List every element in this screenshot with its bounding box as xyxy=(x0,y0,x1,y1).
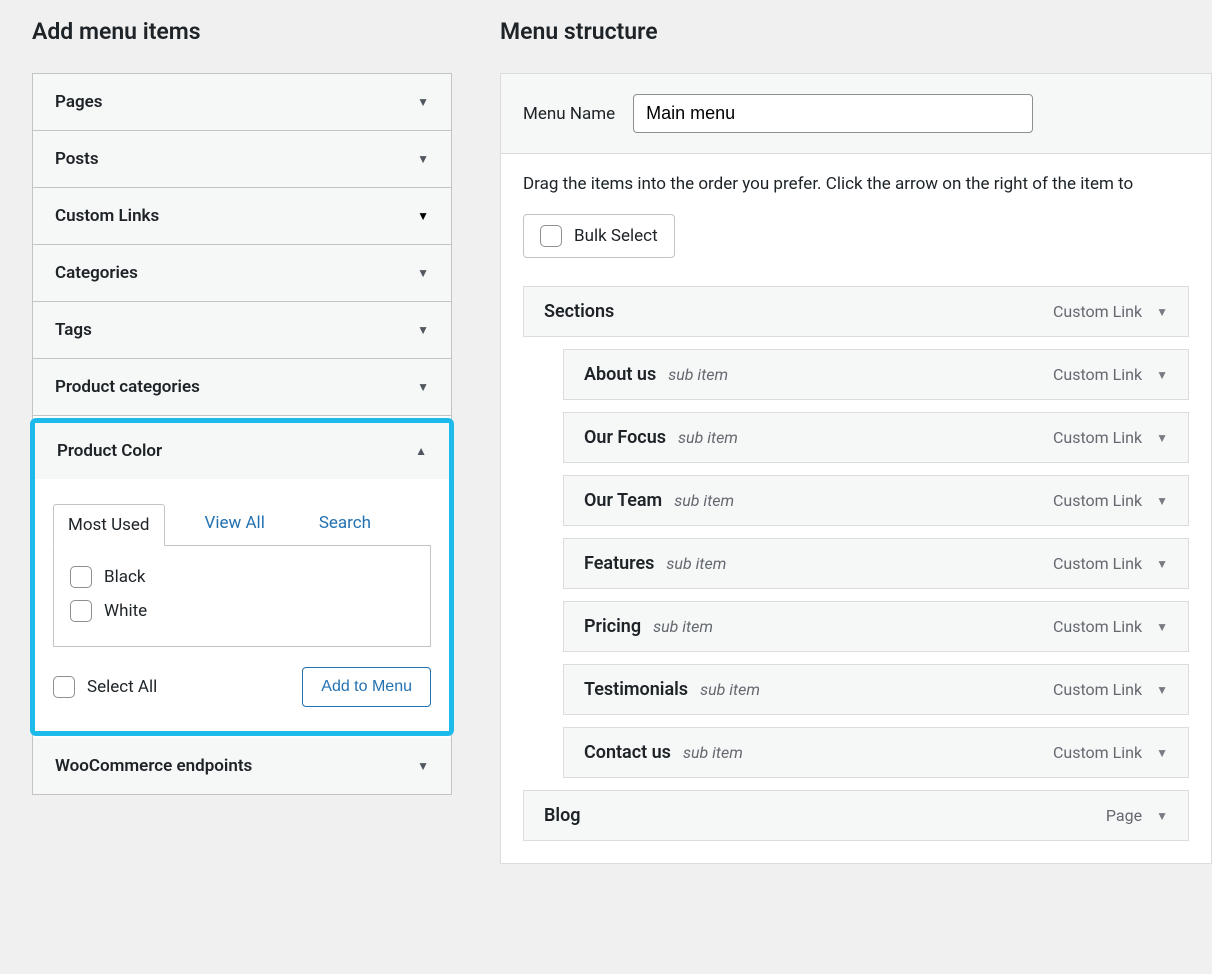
menu-structure-title: Menu structure xyxy=(500,18,1212,45)
menu-item[interactable]: Features sub item Custom Link ▼ xyxy=(563,538,1189,589)
menu-item[interactable]: Sections Custom Link ▼ xyxy=(523,286,1189,337)
menu-item-title: About us xyxy=(584,364,656,385)
chevron-down-icon[interactable]: ▼ xyxy=(1156,809,1168,823)
menu-item-title: Features xyxy=(584,553,654,574)
chevron-down-icon[interactable]: ▼ xyxy=(1156,683,1168,697)
menu-item-title: Our Focus xyxy=(584,427,666,448)
sub-item-label: sub item xyxy=(653,617,713,636)
option-label: Black xyxy=(104,567,146,587)
menu-item[interactable]: Pricing sub item Custom Link ▼ xyxy=(563,601,1189,652)
menu-item[interactable]: Our Focus sub item Custom Link ▼ xyxy=(563,412,1189,463)
chevron-down-icon[interactable]: ▼ xyxy=(1156,494,1168,508)
menu-item-title: Our Team xyxy=(584,490,662,511)
tab-view-all[interactable]: View All xyxy=(191,503,279,545)
chevron-up-icon: ▲ xyxy=(415,444,427,458)
panel-label: Categories xyxy=(55,263,138,283)
menu-item-type: Page xyxy=(1106,806,1142,825)
checkbox-select-all[interactable] xyxy=(53,676,75,698)
sub-item-label: sub item xyxy=(683,743,743,762)
tab-content: Black White xyxy=(53,545,431,647)
panel-label: Product categories xyxy=(55,377,200,397)
panel-posts[interactable]: Posts ▼ xyxy=(33,131,451,187)
bulk-select-label: Bulk Select xyxy=(574,226,658,246)
bulk-select-button[interactable]: Bulk Select xyxy=(523,214,675,258)
tab-row: Most Used View All Search xyxy=(53,503,431,545)
tab-most-used[interactable]: Most Used xyxy=(53,504,165,546)
sub-item-label: sub item xyxy=(674,491,734,510)
menu-name-bar: Menu Name xyxy=(500,73,1212,153)
help-text: Drag the items into the order you prefer… xyxy=(523,174,1189,194)
tab-search[interactable]: Search xyxy=(305,503,385,545)
menu-item[interactable]: Testimonials sub item Custom Link ▼ xyxy=(563,664,1189,715)
chevron-down-icon[interactable]: ▼ xyxy=(1156,620,1168,634)
menu-item-type: Custom Link xyxy=(1053,428,1142,447)
menu-item[interactable]: About us sub item Custom Link ▼ xyxy=(563,349,1189,400)
panel-label: Custom Links xyxy=(55,206,159,226)
menu-name-input[interactable] xyxy=(633,94,1033,133)
menu-item-type: Custom Link xyxy=(1053,680,1142,699)
chevron-down-icon: ▼ xyxy=(417,95,429,109)
select-all-label: Select All xyxy=(87,677,157,697)
menu-item[interactable]: Contact us sub item Custom Link ▼ xyxy=(563,727,1189,778)
option-label: White xyxy=(104,601,147,621)
menu-item-title: Contact us xyxy=(584,742,671,763)
add-menu-items-title: Add menu items xyxy=(32,18,452,45)
panel-product-color[interactable]: Product Color ▲ xyxy=(35,423,449,479)
accordion: Pages ▼ Posts ▼ Custom Links ▼ Categorie… xyxy=(32,73,452,795)
menu-item-type: Custom Link xyxy=(1053,302,1142,321)
panel-custom-links[interactable]: Custom Links ▼ xyxy=(33,188,451,244)
chevron-down-icon: ▼ xyxy=(417,323,429,337)
menu-tree: Sections Custom Link ▼ About us sub item Cust… xyxy=(523,286,1189,863)
menu-item[interactable]: Blog Page ▼ xyxy=(523,790,1189,841)
checkbox-bulk-select[interactable] xyxy=(540,225,562,247)
menu-item-type: Custom Link xyxy=(1053,365,1142,384)
chevron-down-icon[interactable]: ▼ xyxy=(1156,431,1168,445)
menu-name-label: Menu Name xyxy=(523,104,615,124)
checkbox-black[interactable] xyxy=(70,566,92,588)
menu-item-type: Custom Link xyxy=(1053,617,1142,636)
panel-label: Tags xyxy=(55,320,92,340)
checkbox-white[interactable] xyxy=(70,600,92,622)
chevron-down-icon[interactable]: ▼ xyxy=(1156,557,1168,571)
menu-item-title: Sections xyxy=(544,301,614,322)
sub-item-label: sub item xyxy=(678,428,738,447)
chevron-down-icon[interactable]: ▼ xyxy=(1156,368,1168,382)
sub-item-label: sub item xyxy=(700,680,760,699)
chevron-down-icon: ▼ xyxy=(417,266,429,280)
menu-item-title: Blog xyxy=(544,805,581,826)
menu-item-type: Custom Link xyxy=(1053,554,1142,573)
chevron-down-icon: ▼ xyxy=(417,152,429,166)
panel-label: Posts xyxy=(55,149,99,169)
panel-categories[interactable]: Categories ▼ xyxy=(33,245,451,301)
menu-item-title: Pricing xyxy=(584,616,641,637)
panel-woocommerce-endpoints[interactable]: WooCommerce endpoints ▼ xyxy=(33,738,451,794)
panel-label: Product Color xyxy=(57,441,162,461)
menu-body: Drag the items into the order you prefer… xyxy=(500,153,1212,864)
panel-pages[interactable]: Pages ▼ xyxy=(33,74,451,130)
panel-tags[interactable]: Tags ▼ xyxy=(33,302,451,358)
menu-item-title: Testimonials xyxy=(584,679,688,700)
panel-product-color-body: Most Used View All Search Black White xyxy=(35,479,449,731)
chevron-down-icon: ▼ xyxy=(417,380,429,394)
menu-item-type: Custom Link xyxy=(1053,743,1142,762)
chevron-down-icon[interactable]: ▼ xyxy=(1156,305,1168,319)
sub-item-label: sub item xyxy=(666,554,726,573)
panel-product-categories[interactable]: Product categories ▼ xyxy=(33,359,451,415)
sub-item-label: sub item xyxy=(668,365,728,384)
panel-label: Pages xyxy=(55,92,103,112)
panel-label: WooCommerce endpoints xyxy=(55,756,252,776)
menu-item-type: Custom Link xyxy=(1053,491,1142,510)
chevron-down-icon: ▼ xyxy=(417,209,429,223)
chevron-down-icon: ▼ xyxy=(417,759,429,773)
add-to-menu-button[interactable]: Add to Menu xyxy=(302,667,431,707)
chevron-down-icon[interactable]: ▼ xyxy=(1156,746,1168,760)
menu-item[interactable]: Our Team sub item Custom Link ▼ xyxy=(563,475,1189,526)
